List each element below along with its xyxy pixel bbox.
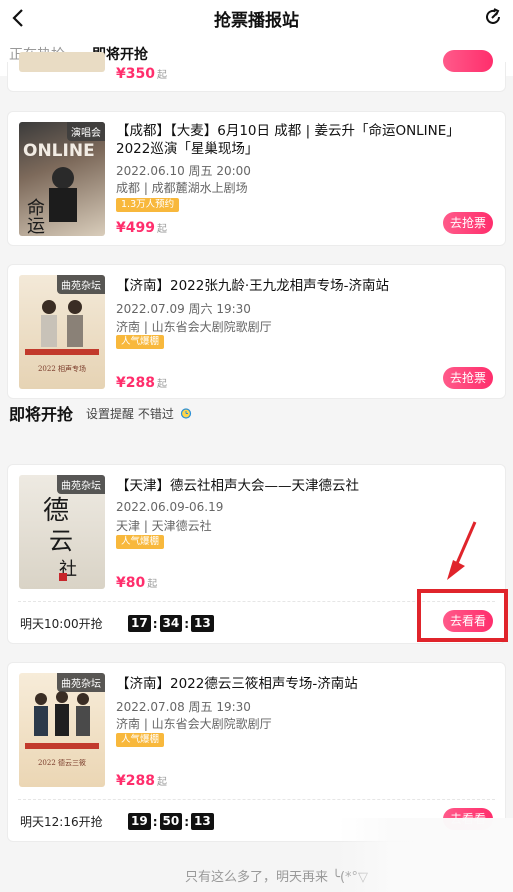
event-title: 【济南】2022德云三筱相声专场-济南站	[116, 676, 358, 692]
countdown-minutes: 50	[159, 813, 183, 830]
countdown-seconds: 13	[191, 615, 214, 632]
countdown-timer: 17:34:13	[128, 613, 214, 632]
event-price: ¥80 起	[116, 575, 158, 591]
grab-ticket-button[interactable]: 去抢票	[443, 212, 493, 234]
popularity-badge: 人气爆棚	[116, 335, 165, 349]
countdown-seconds: 13	[191, 813, 214, 830]
svg-text:ONLINE: ONLINE	[23, 141, 95, 161]
corner-overlay	[338, 818, 513, 892]
event-poster: ONLINE 命 运 演唱会	[19, 122, 105, 236]
popularity-badge: 人气爆棚	[116, 733, 165, 747]
svg-text:2022 德云三筱: 2022 德云三筱	[38, 758, 86, 767]
grab-ticket-button[interactable]: 去抢票	[443, 367, 493, 389]
event-date: 2022.06.09-06.19	[116, 500, 224, 514]
countdown-colon: :	[184, 814, 190, 829]
event-venue: 济南 | 山东省会大剧院歌剧厅	[116, 717, 272, 731]
svg-text:运: 运	[27, 216, 45, 236]
event-date: 2022.06.10 周五 20:00	[116, 164, 251, 178]
event-venue: 成都 | 成都麓湖水上剧场	[116, 181, 248, 195]
popularity-badge: 1.3万人预约	[116, 198, 180, 212]
svg-text:德: 德	[43, 496, 69, 526]
event-price: ¥499 起	[116, 220, 167, 236]
countdown-colon: :	[152, 814, 158, 829]
category-tag: 曲苑杂坛	[57, 475, 105, 494]
event-card[interactable]: 2022 相声专场 曲苑杂坛 【济南】2022张九龄·王九龙相声专场-济南站 2…	[7, 264, 506, 399]
countdown-colon: :	[184, 616, 190, 631]
section-title: 即将开抢	[9, 405, 74, 424]
event-venue: 天津 | 天津德云社	[116, 519, 212, 533]
event-date: 2022.07.08 周五 19:30	[116, 700, 251, 714]
event-date: 2022.07.09 周六 19:30	[116, 302, 251, 316]
category-tag: 曲苑杂坛	[57, 673, 105, 692]
event-card[interactable]: 2022 德云三筱 曲苑杂坛 【济南】2022德云三筱相声专场-济南站 2022…	[7, 662, 506, 842]
alarm-clock-icon	[180, 408, 191, 419]
header: 抢票播报站	[0, 0, 513, 36]
sale-start-time: 明天12:16开抢	[20, 815, 103, 829]
event-card[interactable]: ONLINE 命 运 演唱会 【成都】【大麦】6月10日 成都 | 姜云升「命运…	[7, 111, 506, 246]
event-venue: 济南 | 山东省会大剧院歌剧厅	[116, 320, 272, 334]
card-divider	[18, 799, 495, 800]
reminder-hint[interactable]: 设置提醒 不错过	[86, 405, 192, 422]
event-price: ¥288 起	[116, 773, 167, 789]
event-title: 【成都】【大麦】6月10日 成都 | 姜云升「命运ONLINE」2022巡演「星…	[116, 123, 460, 157]
svg-text:2022 相声专场: 2022 相声专场	[38, 364, 86, 373]
arrow-annotation-icon	[447, 521, 477, 580]
event-card-partial[interactable]: ¥350 起	[7, 50, 506, 92]
page-title: 抢票播报站	[214, 11, 299, 31]
popularity-badge: 人气爆棚	[116, 535, 165, 549]
event-price: ¥288 起	[116, 375, 167, 391]
category-tag: 曲苑杂坛	[57, 275, 105, 294]
countdown-hours: 19	[128, 813, 151, 830]
event-poster: 2022 相声专场 曲苑杂坛	[19, 275, 105, 389]
sale-start-time: 明天10:00开抢	[20, 617, 103, 631]
countdown-minutes: 34	[159, 615, 183, 632]
countdown-colon: :	[152, 616, 158, 631]
event-poster: 德 云 社 曲苑杂坛	[19, 475, 105, 589]
event-poster	[19, 52, 105, 72]
highlight-box	[417, 589, 508, 642]
event-title: 【济南】2022张九龄·王九龙相声专场-济南站	[116, 278, 390, 294]
event-title: 【天津】德云社相声大会——天津德云社	[116, 478, 359, 494]
category-tag: 演唱会	[67, 122, 105, 141]
countdown-timer: 19:50:13	[128, 811, 214, 830]
event-poster: 2022 德云三筱 曲苑杂坛	[19, 673, 105, 787]
countdown-hours: 17	[128, 615, 151, 632]
svg-text:云: 云	[49, 527, 73, 555]
grab-ticket-button[interactable]	[443, 50, 493, 72]
event-price: ¥350 起	[116, 66, 167, 82]
refresh-icon[interactable]	[483, 7, 503, 27]
